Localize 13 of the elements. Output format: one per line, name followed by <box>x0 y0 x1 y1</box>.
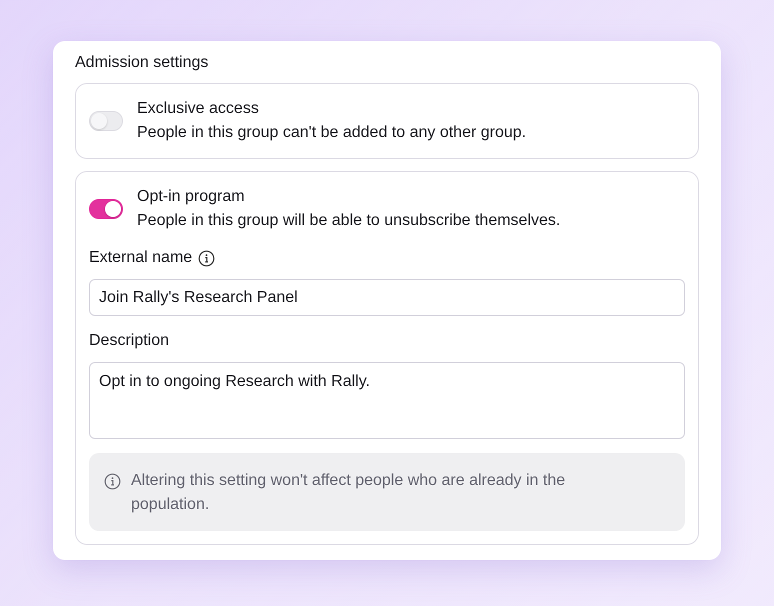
info-icon <box>104 473 121 490</box>
toggle-switch[interactable] <box>89 199 123 219</box>
panel-title: Admission settings <box>75 53 210 73</box>
field-label: External name <box>89 248 192 268</box>
option-title: Exclusive access <box>137 99 260 119</box>
option-description: People in this group can't be added to any other group. <box>137 123 526 143</box>
input-field[interactable]: Join Rally's Research Panel <box>89 279 685 316</box>
option-description: People in this group will be able to unsubscribe themselves. <box>137 211 560 231</box>
note-text: Altering this setting won't affect people who are already in the population. <box>131 471 566 515</box>
field-label: Description <box>89 331 170 351</box>
text-area[interactable]: Opt in to ongoing Research with Rally. <box>89 362 685 439</box>
option-title: Opt-in program <box>137 187 246 207</box>
info-icon[interactable] <box>198 250 216 266</box>
